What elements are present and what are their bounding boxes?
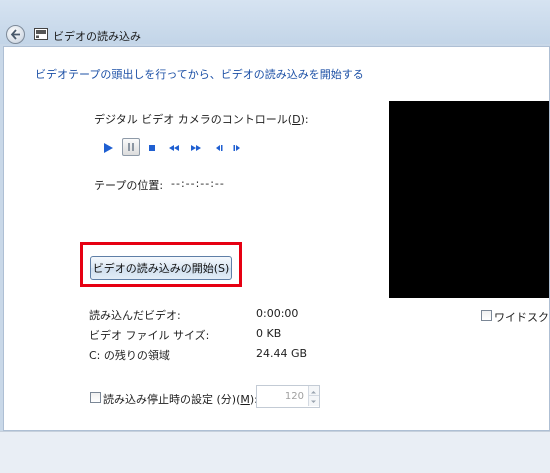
widescreen-checkbox[interactable]	[481, 310, 492, 321]
tape-position-value: --:--:--:--	[171, 177, 225, 190]
stop-setting-checkbox[interactable]	[90, 392, 101, 403]
spin-down-icon	[311, 400, 316, 403]
free-space-label: C: の残りの領域	[89, 349, 170, 362]
previous-frame-button[interactable]	[210, 140, 226, 156]
rewind-icon	[169, 145, 179, 151]
next-frame-button[interactable]	[230, 140, 246, 156]
widescreen-label: ワイドスクリ	[494, 311, 549, 324]
rewind-button[interactable]	[166, 140, 182, 156]
start-import-button[interactable]: ビデオの読み込みの開始(S)	[90, 256, 232, 280]
free-space-value: 24.44 GB	[256, 347, 308, 360]
spin-down-button[interactable]	[308, 396, 319, 406]
play-button[interactable]	[100, 140, 116, 156]
imported-video-label: 読み込んだビデオ:	[89, 309, 181, 322]
fast-forward-button[interactable]	[188, 140, 204, 156]
stop-minutes-spinner	[256, 385, 320, 408]
video-preview	[389, 101, 549, 298]
back-arrow-icon	[10, 29, 20, 40]
main-panel: ビデオテープの頭出しを行ってから、ビデオの読み込みを開始する デジタル ビデオ …	[3, 46, 550, 431]
instruction-heading: ビデオテープの頭出しを行ってから、ビデオの読み込みを開始する	[35, 68, 364, 81]
back-button[interactable]	[6, 25, 25, 44]
spin-up-icon	[311, 391, 316, 394]
stop-minutes-input[interactable]	[257, 386, 307, 407]
video-import-icon	[34, 28, 48, 40]
play-icon	[104, 143, 113, 153]
window-title: ビデオの読み込み	[53, 30, 141, 43]
title-bar: ビデオの読み込み	[0, 0, 550, 44]
spin-up-button[interactable]	[308, 386, 319, 396]
stop-setting-label: 読み込み停止時の設定 (分)(M):	[103, 393, 258, 406]
fast-forward-icon	[191, 145, 201, 151]
pause-icon	[128, 143, 134, 151]
stop-icon	[149, 145, 155, 151]
video-import-window: ビデオの読み込み ビデオテープの頭出しを行ってから、ビデオの読み込みを開始する …	[0, 0, 550, 473]
previous-frame-icon	[216, 145, 223, 151]
file-size-label: ビデオ ファイル サイズ:	[89, 329, 210, 342]
tape-position-label: テープの位置:	[94, 179, 164, 192]
next-frame-icon	[233, 145, 240, 151]
bottom-bar	[0, 431, 550, 473]
pause-button[interactable]	[122, 138, 140, 156]
camera-control-label: デジタル ビデオ カメラのコントロール(D):	[94, 113, 309, 126]
file-size-value: 0 KB	[256, 327, 282, 340]
stop-button[interactable]	[144, 140, 160, 156]
imported-video-value: 0:00:00	[256, 307, 299, 320]
